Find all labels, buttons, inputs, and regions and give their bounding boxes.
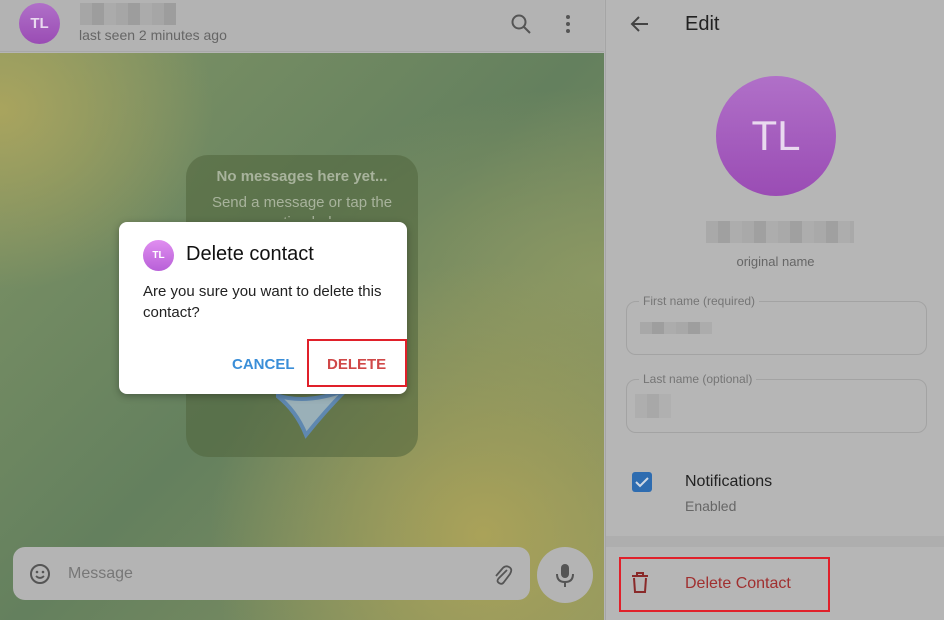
message-input[interactable]: Message: [68, 565, 133, 583]
attach-icon[interactable]: [491, 562, 513, 586]
first-name-field[interactable]: First name (required): [626, 294, 927, 355]
checkmark-icon: [635, 477, 649, 488]
voice-message-button[interactable]: [537, 547, 593, 603]
dialog-avatar: TL: [143, 240, 174, 271]
last-seen-status: last seen 2 minutes ago: [79, 27, 227, 43]
empty-text: Send a message or tap the greeting below: [211, 194, 393, 219]
edit-title: Edit: [685, 13, 720, 35]
dialog-title: Delete contact: [186, 243, 314, 265]
highlight-delete-contact: [619, 557, 830, 612]
notifications-label: Notifications: [685, 473, 773, 490]
dialog-body: Are you sure you want to delete this con…: [143, 283, 382, 321]
edit-avatar[interactable]: TL: [716, 76, 836, 196]
highlight-delete-button: [307, 339, 407, 387]
notifications-status: Enabled: [685, 498, 737, 514]
message-input-bar: Message: [13, 547, 530, 600]
contact-avatar[interactable]: TL: [19, 3, 60, 44]
last-name-value-blurred: [635, 394, 671, 418]
last-name-field[interactable]: Last name (optional): [626, 372, 927, 433]
cancel-button[interactable]: CANCEL: [232, 356, 295, 373]
section-divider: [606, 536, 944, 547]
contact-name-blurred: [80, 3, 176, 25]
name-caption: original name: [736, 254, 815, 269]
display-name-blurred: [706, 221, 854, 243]
search-icon[interactable]: [510, 13, 532, 35]
microphone-icon: [556, 564, 574, 587]
edit-contact-panel: Edit TL original name First name (requir…: [605, 0, 944, 620]
first-name-label: First name (required): [639, 294, 760, 308]
notifications-checkbox[interactable]: [632, 472, 652, 492]
last-name-label: Last name (optional): [639, 372, 757, 386]
more-options-icon[interactable]: [562, 13, 574, 35]
emoji-icon[interactable]: [29, 563, 51, 585]
empty-title: No messages here yet...: [216, 168, 388, 185]
greeting-sticker[interactable]: [276, 390, 356, 440]
chat-header: TL last seen 2 minutes ago: [0, 0, 604, 52]
chat-pane: TL last seen 2 minutes ago No messages h…: [0, 0, 604, 620]
back-arrow-icon[interactable]: [630, 14, 650, 34]
first-name-value-blurred: [640, 322, 712, 334]
